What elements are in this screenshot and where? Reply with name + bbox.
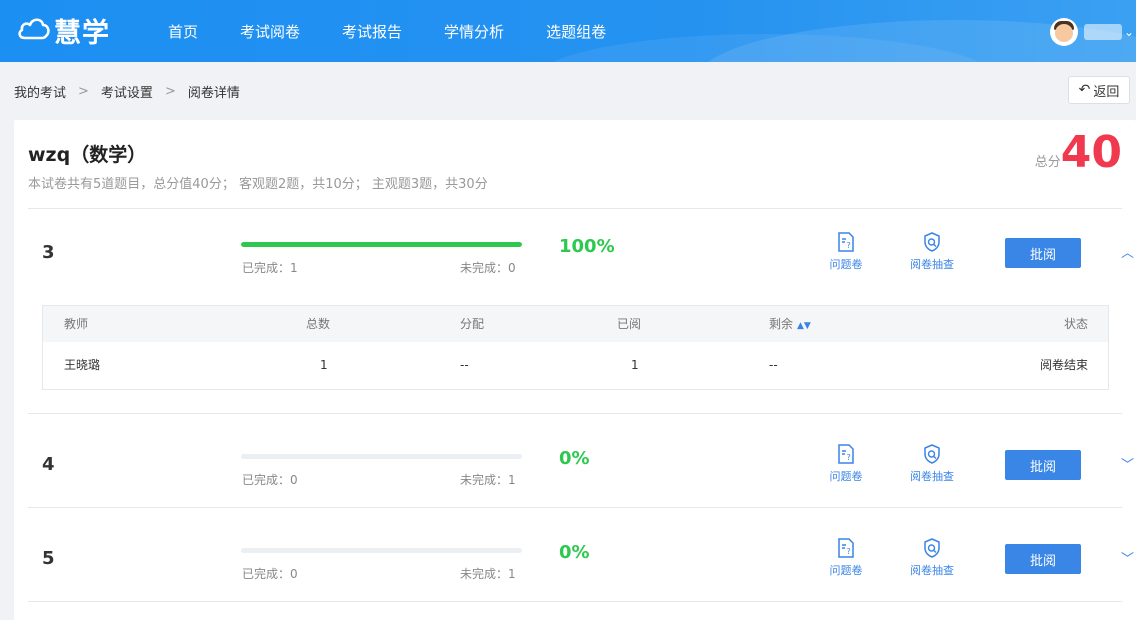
total-score: 总分 40 [1035, 130, 1122, 176]
progress-bar [241, 454, 522, 459]
uncompleted-count: 未完成：1 [460, 567, 516, 581]
table-header-row: 教师 总数 分配 已阅 剩余 ▲▼ 状态 [43, 306, 1108, 342]
question-row: 3 已完成：1 未完成：0 100% ? 问题卷 阅卷抽查 批阅 ︿ [28, 228, 1134, 288]
spot-check-button[interactable]: 阅卷抽查 [902, 232, 962, 272]
exam-title: wzq（数学） [28, 144, 147, 166]
progress-bar [241, 242, 522, 247]
spot-check-button[interactable]: 阅卷抽查 [902, 444, 962, 484]
uncompleted-count: 未完成：1 [460, 473, 516, 487]
cell-status: 阅卷结束 [1039, 358, 1088, 372]
problem-paper-label: 问题卷 [829, 470, 863, 483]
total-score-label: 总分 [1034, 155, 1061, 170]
svg-text:?: ? [847, 241, 851, 250]
question-number: 3 [42, 242, 55, 263]
avatar[interactable] [1049, 18, 1078, 46]
mark-button[interactable]: 批阅 [1005, 450, 1081, 480]
svg-text:?: ? [847, 547, 851, 556]
nav-learning-analysis[interactable]: 学情分析 [444, 21, 504, 42]
spot-check-icon [902, 444, 962, 464]
breadcrumb-separator: > [78, 84, 89, 99]
breadcrumb-separator: > [164, 84, 176, 99]
divider [28, 507, 1122, 508]
completed-count: 已完成：1 [242, 261, 298, 275]
chevron-down-icon[interactable]: ﹀ [1121, 548, 1134, 567]
col-reviewed: 已阅 [617, 317, 642, 331]
col-assigned: 分配 [460, 317, 485, 331]
divider [28, 208, 1122, 209]
problem-paper-icon: ? [816, 538, 876, 558]
col-total: 总数 [306, 317, 331, 331]
exam-card: wzq（数学） 本试卷共有5道题目，总分值40分； 客观题2题，共10分； 主观… [14, 120, 1136, 620]
completion-percent: 0% [559, 542, 590, 563]
problem-paper-button[interactable]: ? 问题卷 [816, 538, 876, 578]
problem-paper-icon: ? [816, 232, 876, 252]
table-row: 王晓璐 1 -- 1 -- 阅卷结束 [43, 342, 1108, 389]
nav-home[interactable]: 首页 [168, 21, 198, 42]
user-name-redacted [1083, 24, 1122, 40]
cell-reviewed: 1 [631, 358, 639, 372]
problem-paper-label: 问题卷 [829, 258, 863, 271]
mark-button[interactable]: 批阅 [1005, 544, 1081, 574]
spot-check-label: 阅卷抽查 [910, 258, 954, 271]
problem-paper-label: 问题卷 [829, 564, 863, 577]
total-score-value: 40 [1060, 127, 1122, 178]
question-row: 4 已完成：0 未完成：1 0% ? 问题卷 阅卷抽查 批阅 ﹀ [28, 440, 1134, 500]
spot-check-icon [902, 232, 962, 252]
col-remaining-sort[interactable]: 剩余 ▲▼ [769, 306, 811, 342]
col-teacher: 教师 [64, 317, 89, 331]
completion-percent: 100% [559, 236, 615, 257]
cell-assigned: -- [460, 358, 469, 372]
nav-question-compose[interactable]: 选题组卷 [546, 21, 606, 42]
chevron-up-icon[interactable]: ︿ [1121, 242, 1134, 261]
breadcrumb-exam-settings[interactable]: 考试设置 [101, 82, 153, 101]
spot-check-button[interactable]: 阅卷抽查 [902, 538, 962, 578]
problem-paper-button[interactable]: ? 问题卷 [816, 444, 876, 484]
completed-count: 已完成：0 [242, 473, 298, 487]
teacher-table: 教师 总数 分配 已阅 剩余 ▲▼ 状态 王晓璐 1 -- 1 -- 阅卷结束 [42, 305, 1109, 390]
cell-teacher: 王晓璐 [64, 358, 101, 372]
sort-icon[interactable]: ▲▼ [797, 321, 811, 331]
question-number: 5 [42, 548, 55, 569]
breadcrumb: 我的考试 > 考试设置 > 阅卷详情 [14, 82, 240, 101]
user-menu[interactable]: ⌄ [1049, 18, 1136, 46]
spot-check-label: 阅卷抽查 [910, 564, 954, 577]
top-header: 慧学 首页 考试阅卷 考试报告 学情分析 选题组卷 ⌄ [0, 0, 1136, 62]
uncompleted-count: 未完成：0 [460, 261, 516, 275]
question-number: 4 [42, 454, 55, 475]
problem-paper-icon: ? [816, 444, 876, 464]
svg-text:?: ? [847, 453, 851, 462]
chevron-down-icon[interactable]: ﹀ [1121, 454, 1134, 473]
back-label: 返回 [1093, 84, 1120, 100]
nav-exam-report[interactable]: 考试报告 [342, 21, 402, 42]
progress-bar [241, 548, 522, 553]
chevron-down-icon[interactable]: ⌄ [1124, 25, 1134, 39]
exam-description: 本试卷共有5道题目，总分值40分； 客观题2题，共10分； 主观题3题，共30分 [28, 177, 488, 192]
problem-paper-button[interactable]: ? 问题卷 [816, 232, 876, 272]
col-remaining: 剩余 [769, 317, 794, 331]
col-status: 状态 [1063, 317, 1088, 331]
nav-exam-marking[interactable]: 考试阅卷 [240, 21, 300, 42]
question-row: 5 已完成：0 未完成：1 0% ? 问题卷 阅卷抽查 批阅 ﹀ [28, 534, 1134, 594]
breadcrumb-my-exams[interactable]: 我的考试 [14, 82, 66, 101]
completion-percent: 0% [559, 448, 590, 469]
back-button[interactable]: ↶ 返回 [1068, 76, 1130, 104]
spot-check-icon [902, 538, 962, 558]
divider [28, 413, 1122, 414]
divider [28, 601, 1122, 602]
spot-check-label: 阅卷抽查 [910, 470, 954, 483]
cloud-logo-icon [16, 13, 52, 47]
cell-total: 1 [320, 358, 328, 372]
completed-count: 已完成：0 [242, 567, 298, 581]
main-nav: 首页 考试阅卷 考试报告 学情分析 选题组卷 [168, 0, 648, 62]
mark-button[interactable]: 批阅 [1005, 238, 1081, 268]
cell-remaining: -- [769, 358, 778, 372]
breadcrumb-marking-details: 阅卷详情 [187, 86, 240, 101]
back-arrow-icon: ↶ [1078, 82, 1091, 98]
progress-fill [241, 242, 522, 247]
logo[interactable]: 慧学 [16, 12, 110, 49]
logo-text: 慧学 [54, 17, 110, 49]
